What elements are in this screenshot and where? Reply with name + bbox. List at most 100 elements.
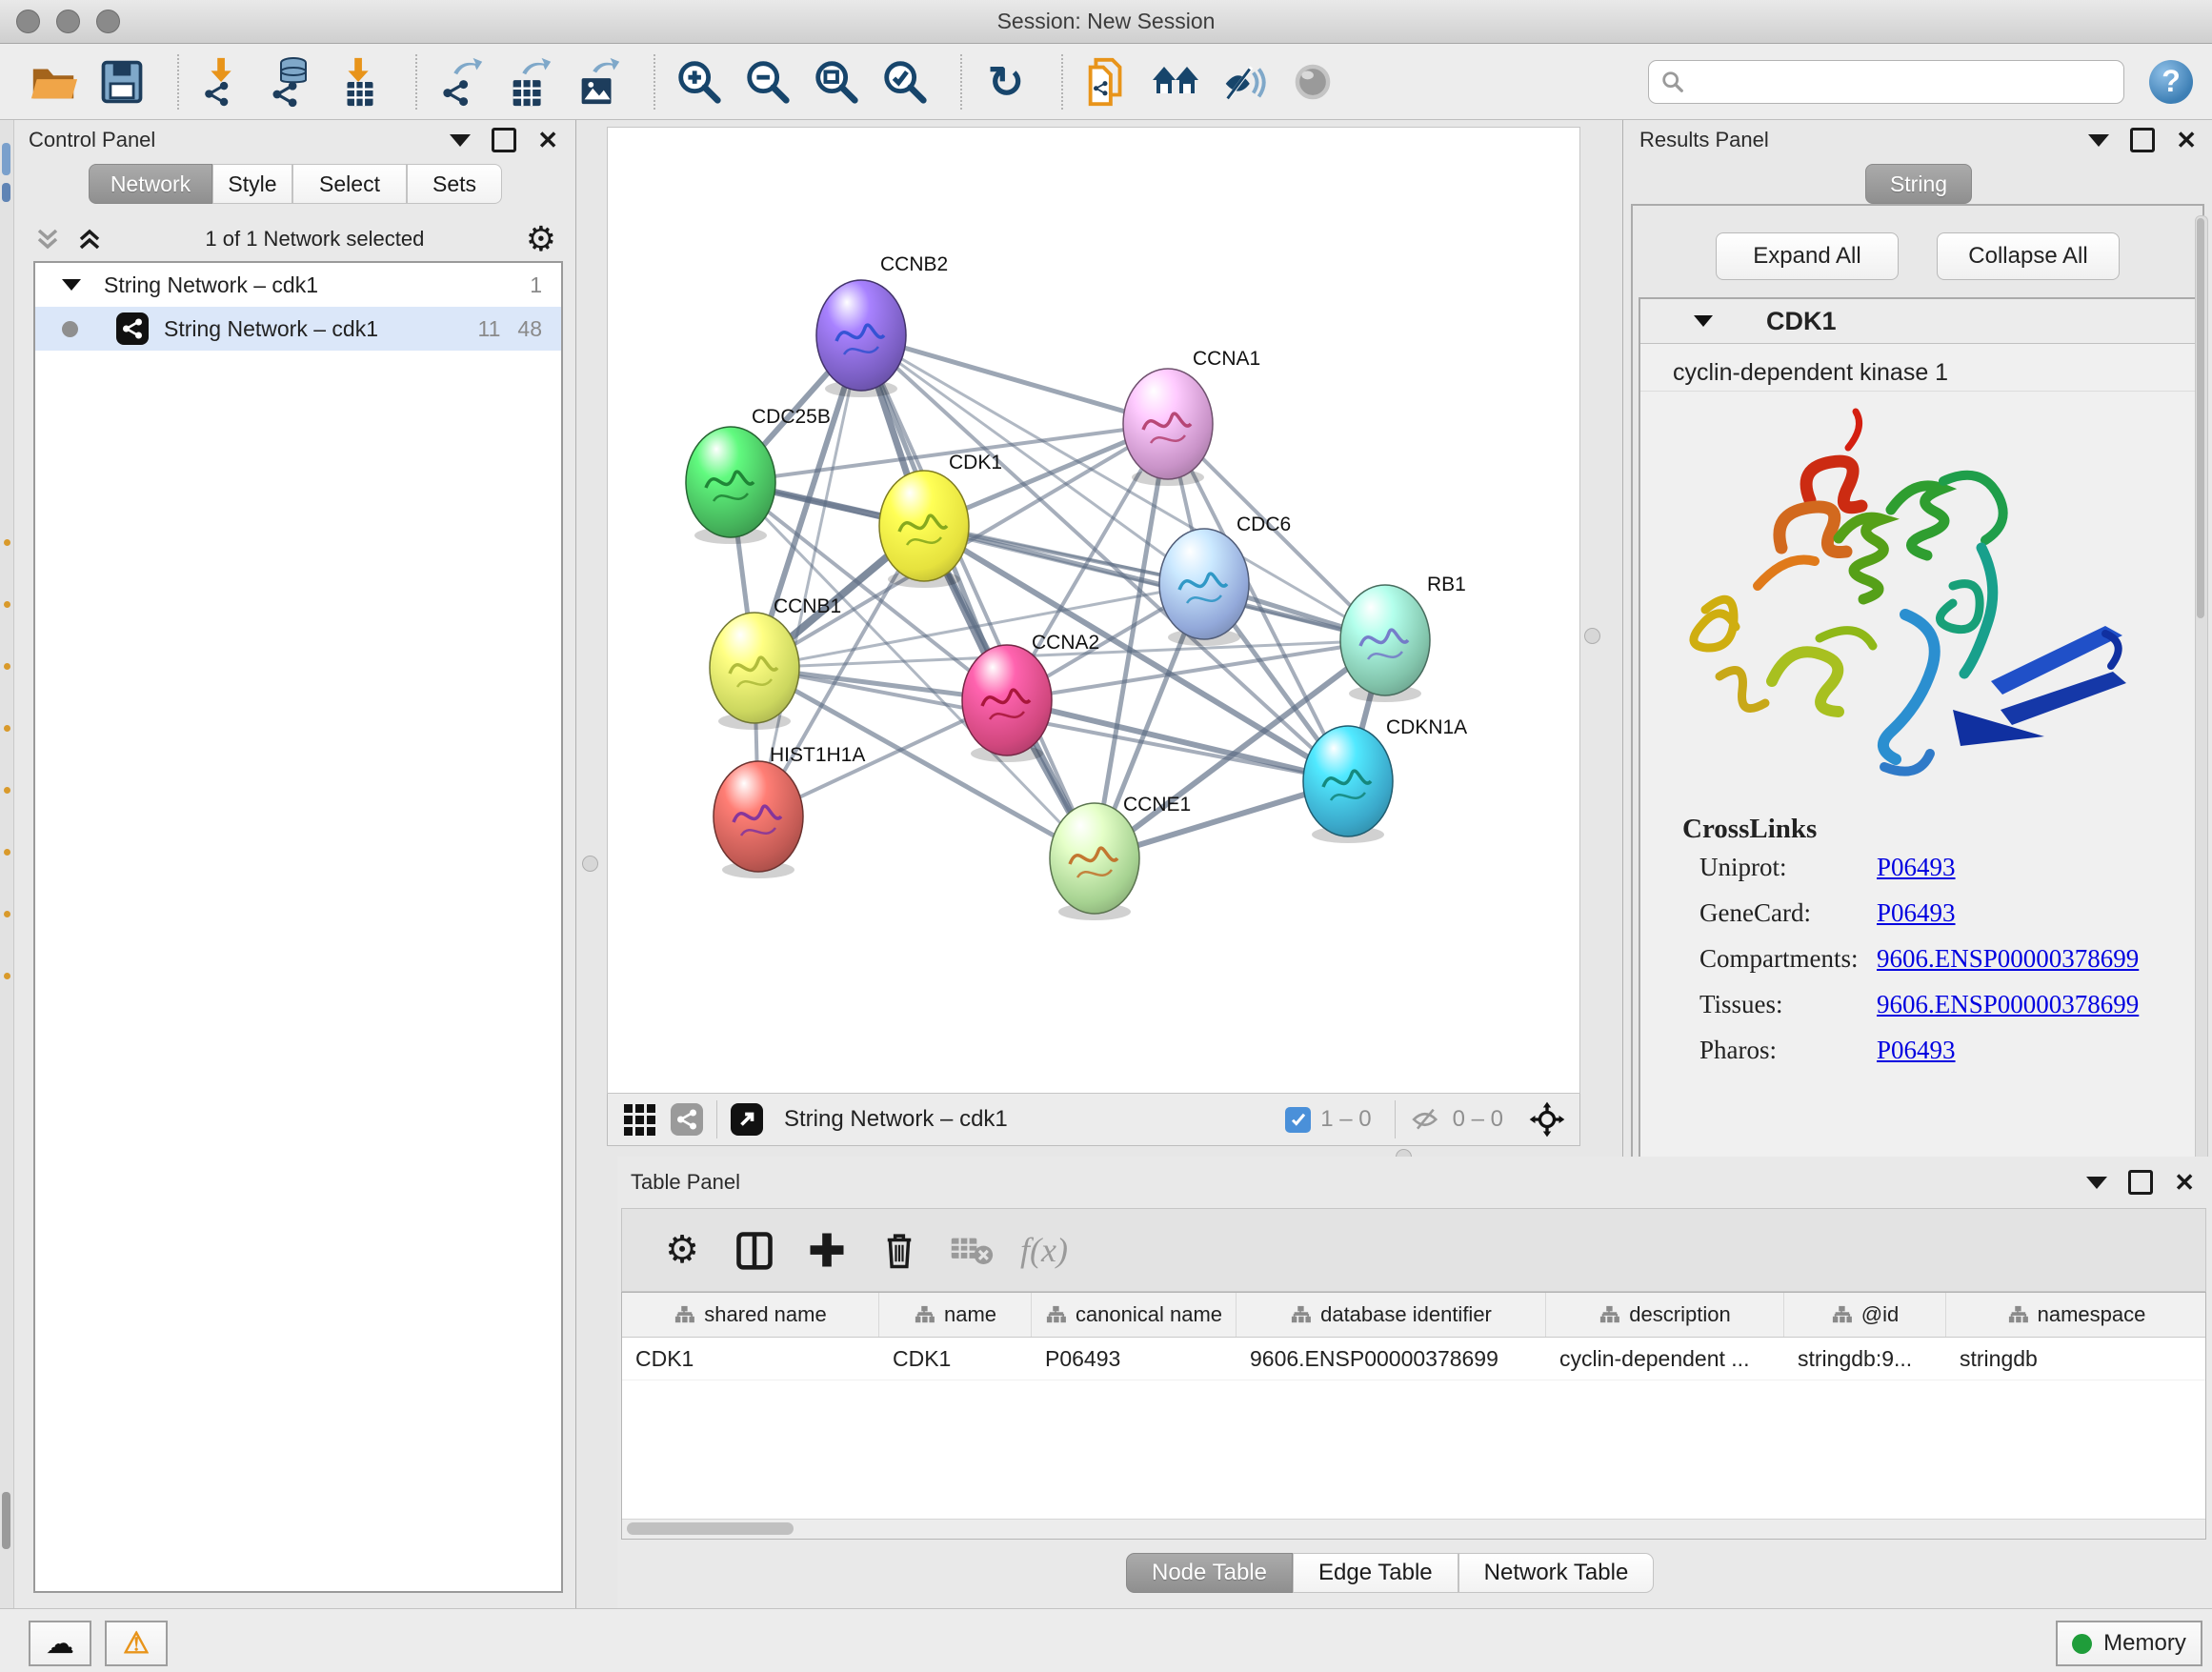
network-row[interactable]: String Network – cdk1 11 48 [35,307,561,351]
import-network-database-button[interactable] [263,52,320,111]
show-hide-graphics-details-button[interactable] [1216,52,1273,111]
column-header-label: namespace [2038,1302,2146,1327]
grid-view-icon[interactable] [621,1101,657,1138]
tab-edge-table[interactable]: Edge Table [1293,1553,1458,1593]
right-splitter-handle[interactable] [1584,628,1600,644]
column-header[interactable]: database identifier [1237,1293,1546,1337]
column-header[interactable]: @id [1784,1293,1946,1337]
memory-label: Memory [2103,1630,2186,1657]
close-panel-icon[interactable]: ✕ [2176,128,2197,152]
pan-crosshair-icon[interactable] [1528,1100,1566,1138]
save-session-button[interactable] [93,52,151,111]
table-cell[interactable]: P06493 [1032,1338,1237,1380]
column-header[interactable]: name [879,1293,1032,1337]
column-header[interactable]: namespace [1946,1293,2206,1337]
collapse-all-chevron-icon[interactable] [75,225,104,253]
table-cell[interactable]: 9606.ENSP00000378699 [1237,1338,1546,1380]
crosslink-link[interactable]: 9606.ENSP00000378699 [1877,944,2139,974]
crosslink-link[interactable]: P06493 [1877,898,1956,928]
show-columns-icon[interactable] [725,1220,784,1279]
update-view-button[interactable]: ↻ [977,52,1035,111]
panel-menu-icon[interactable] [450,134,471,147]
toolbar-search-field[interactable] [1648,60,2124,104]
warnings-button[interactable]: ⚠ [105,1621,168,1666]
table-cell[interactable]: cyclin-dependent ... [1546,1338,1784,1380]
table-row[interactable]: CDK1CDK1P064939606.ENSP00000378699cyclin… [622,1338,2205,1380]
delete-column-trash-icon[interactable] [870,1220,929,1279]
network-canvas[interactable]: CCNB2CCNA1CDC25BCDK1CDC6RB1CCNB1CCNA2CDK… [607,127,1580,1094]
network-collection-row[interactable]: String Network – cdk1 1 [35,263,561,307]
string-network-badge-icon[interactable] [671,1103,703,1136]
import-network-file-button[interactable] [194,52,251,111]
column-header-label: name [944,1302,996,1327]
cloud-status-button[interactable]: ☁ [29,1621,91,1666]
zoom-fit-button[interactable] [808,52,865,111]
tab-sets[interactable]: Sets [407,164,502,204]
open-in-window-icon[interactable] [731,1103,763,1136]
section-collapse-icon[interactable] [1694,315,1713,327]
float-panel-icon[interactable] [2128,1170,2153,1195]
table-cell[interactable]: stringdb [1946,1338,2206,1380]
create-column-plus-icon[interactable] [797,1220,856,1279]
close-panel-icon[interactable]: ✕ [537,128,558,152]
float-panel-icon[interactable] [2130,128,2155,152]
collection-collapse-icon[interactable] [62,279,81,291]
collapse-all-button[interactable]: Collapse All [1937,232,2120,280]
float-panel-icon[interactable] [492,128,516,152]
search-input[interactable] [1685,69,2089,95]
zoom-in-button[interactable] [671,52,728,111]
selected-checkbox-icon[interactable] [1285,1107,1311,1133]
export-table-button[interactable] [501,52,558,111]
export-image-button[interactable] [570,52,627,111]
function-builder-icon[interactable]: f(x) [1015,1220,1074,1279]
gene-name: CDK1 [1766,307,1837,336]
expand-all-button[interactable]: Expand All [1716,232,1899,280]
clone-network-button[interactable] [1078,52,1136,111]
help-button[interactable]: ? [2149,60,2193,104]
column-header[interactable]: canonical name [1032,1293,1237,1337]
table-options-gear-icon[interactable]: ⚙ [653,1220,712,1279]
table-cell[interactable]: CDK1 [622,1338,879,1380]
column-type-icon [1290,1305,1311,1324]
hidden-eye-slash-icon[interactable] [1409,1105,1443,1134]
tab-string[interactable]: String [1865,164,1972,204]
table-horizontal-scrollbar[interactable] [622,1519,2205,1539]
column-header[interactable]: description [1546,1293,1784,1337]
tab-node-table[interactable]: Node Table [1126,1553,1293,1593]
crosslink-link[interactable]: P06493 [1877,853,1956,882]
network-node-count: 11 [478,316,501,342]
network-options-gear-icon[interactable]: ⚙ [526,222,556,256]
reset-zoom-home-button[interactable] [1147,52,1204,111]
delete-table-icon[interactable] [942,1220,1001,1279]
tab-network-table[interactable]: Network Table [1458,1553,1655,1593]
zoom-selected-button[interactable] [876,52,934,111]
network-node-label: CCNE1 [1123,794,1191,816]
open-session-button[interactable] [25,52,82,111]
zoom-out-button[interactable] [739,52,796,111]
crosslink-label: GeneCard: [1682,898,1877,928]
protein-structure-image [1667,395,2162,796]
import-table-icon [334,56,386,108]
tab-style[interactable]: Style [212,164,292,204]
table-cell[interactable]: CDK1 [879,1338,1032,1380]
panel-menu-icon[interactable] [2086,1177,2107,1189]
column-type-icon [914,1305,935,1324]
column-header-label: shared name [704,1302,826,1327]
crosslink-link[interactable]: 9606.ENSP00000378699 [1877,990,2139,1019]
crosslink-link[interactable]: P06493 [1877,1036,1956,1065]
tab-network[interactable]: Network [89,164,212,204]
export-network-button[interactable] [432,52,490,111]
birdseye-view-button[interactable] [1284,52,1341,111]
network-edge[interactable] [861,335,1095,858]
table-cell[interactable]: stringdb:9... [1784,1338,1946,1380]
left-splitter-handle[interactable] [582,856,598,872]
window-title: Session: New Session [0,9,2212,34]
column-type-icon [1831,1305,1852,1324]
memory-button[interactable]: Memory [2056,1621,2202,1666]
import-table-file-button[interactable] [332,52,389,111]
panel-menu-icon[interactable] [2088,134,2109,147]
expand-all-chevron-icon[interactable] [33,225,62,253]
close-panel-icon[interactable]: ✕ [2174,1170,2195,1195]
column-header[interactable]: shared name [622,1293,879,1337]
tab-select[interactable]: Select [292,164,407,204]
